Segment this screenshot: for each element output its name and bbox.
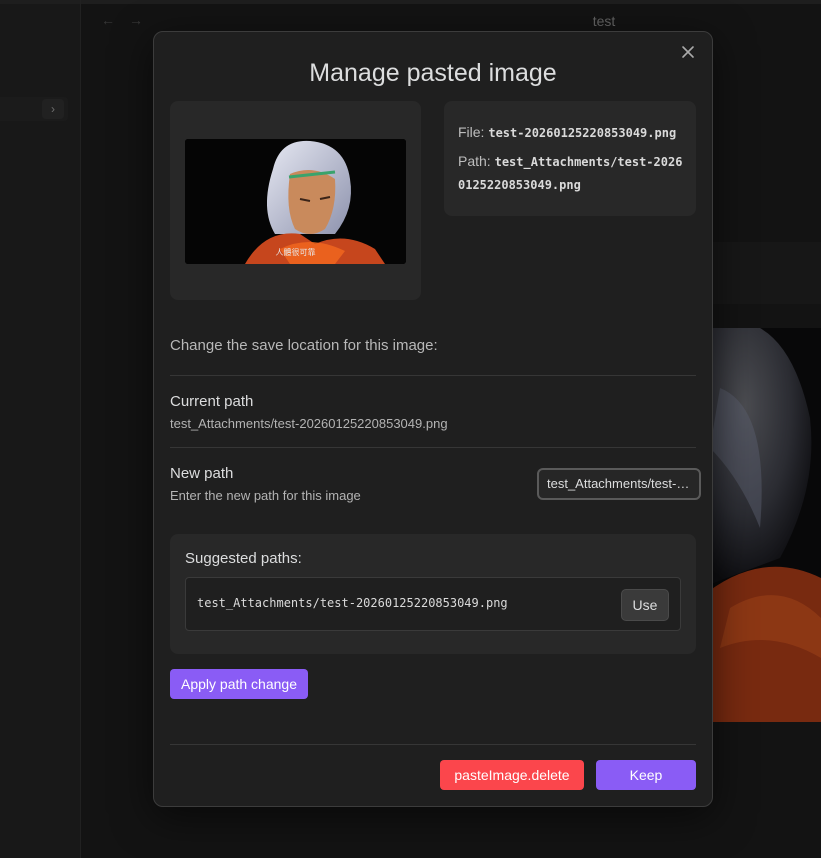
new-path-label: New path: [170, 465, 234, 482]
path-value: test_Attachments/test-20260125220853049.…: [458, 155, 683, 192]
file-info-line: File: test-20260125220853049.png: [458, 121, 688, 144]
modal-title: Manage pasted image: [309, 59, 557, 87]
keep-image-button[interactable]: Keep: [596, 760, 696, 790]
path-info-line: Path: test_Attachments/test-202601252208…: [458, 150, 684, 196]
path-label: Path:: [458, 153, 491, 169]
suggested-paths-card: Suggested paths: test_Attachments/test-2…: [170, 534, 696, 654]
current-path-value: test_Attachments/test-20260125220853049.…: [170, 416, 448, 431]
divider: [170, 375, 696, 376]
image-preview-card: 人體很可靠: [170, 101, 421, 300]
divider: [170, 447, 696, 448]
delete-image-button[interactable]: pasteImage.delete: [440, 760, 584, 790]
new-path-input[interactable]: [537, 468, 701, 500]
file-label: File:: [458, 124, 485, 140]
new-path-description: Enter the new path for this image: [170, 488, 361, 503]
apply-path-change-button[interactable]: Apply path change: [170, 669, 308, 699]
image-caption: 人體很可靠: [275, 248, 316, 257]
manage-image-modal: Manage pasted image 人體很可靠 File: test-202…: [153, 31, 713, 807]
current-path-label: Current path: [170, 393, 254, 410]
image-preview: 人體很可靠: [185, 139, 406, 264]
save-location-description: Change the save location for this image:: [170, 337, 438, 354]
use-suggested-path-button[interactable]: Use: [621, 589, 669, 621]
suggested-path-text: test_Attachments/test-20260125220853049.…: [197, 596, 508, 610]
footer-divider: [170, 744, 696, 745]
file-name-value: test-20260125220853049.png: [488, 126, 677, 140]
suggested-paths-title: Suggested paths:: [185, 550, 302, 567]
file-info-card: File: test-20260125220853049.png Path: t…: [444, 101, 696, 216]
suggested-path-row: test_Attachments/test-20260125220853049.…: [185, 577, 681, 631]
